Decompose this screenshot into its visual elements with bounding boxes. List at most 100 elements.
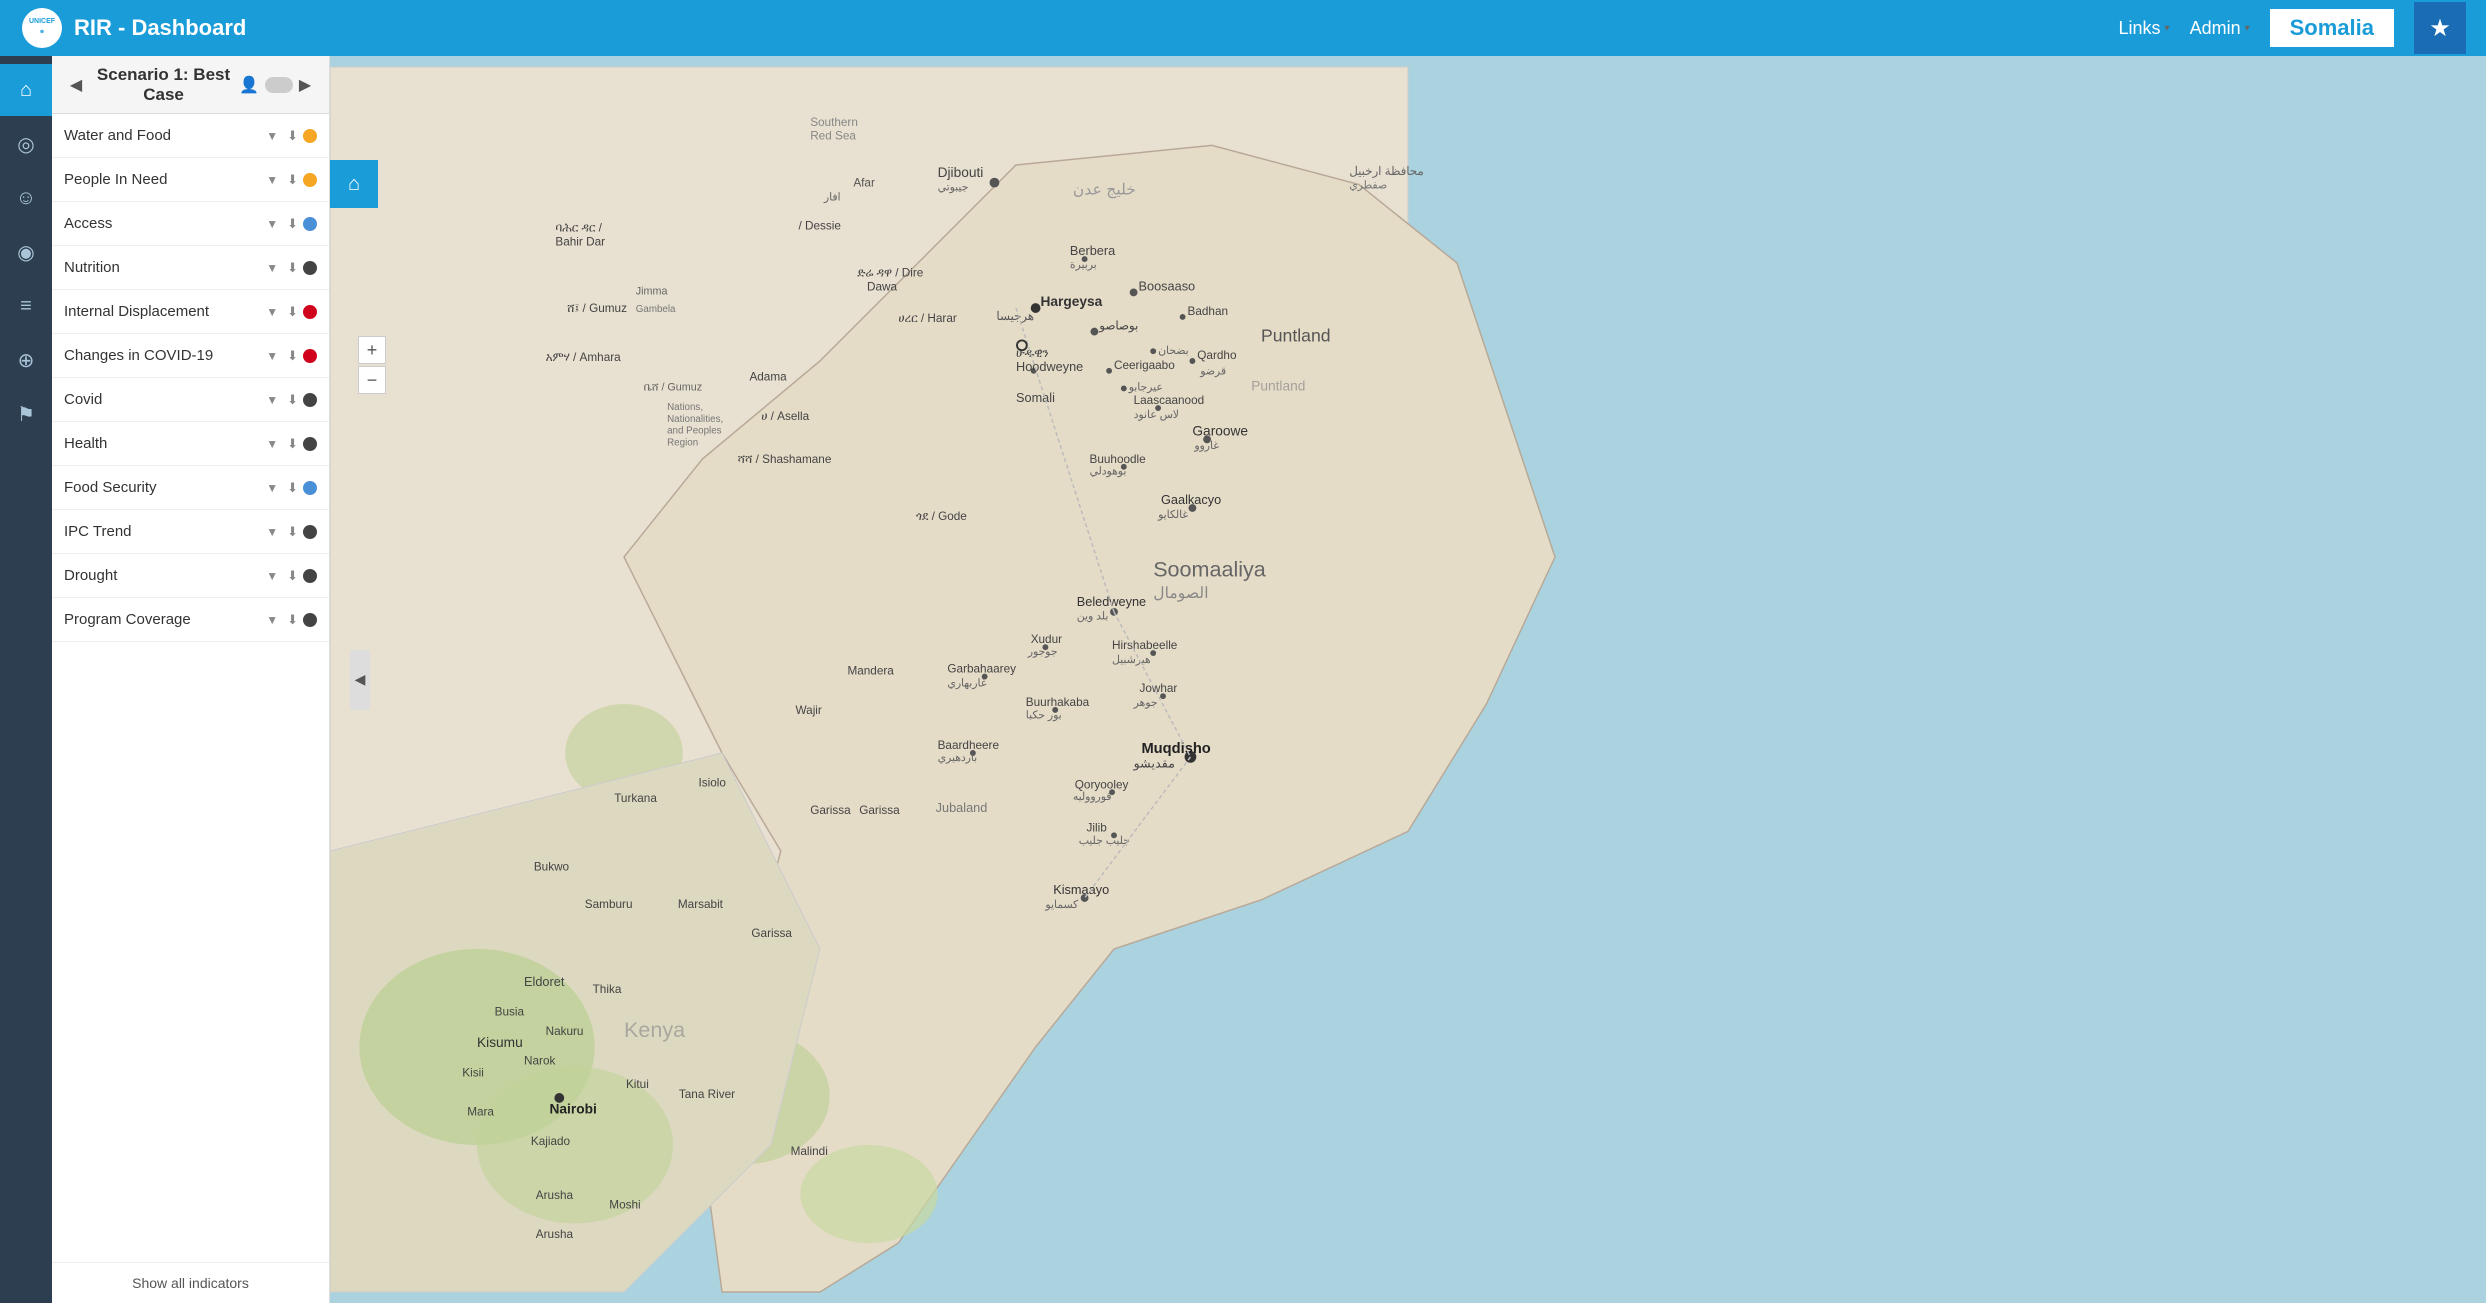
indicator-label-covid: Covid — [64, 391, 266, 408]
indicator-row-food-security[interactable]: Food Security ▼ ⬇ — [52, 466, 329, 510]
scenario-toggle[interactable] — [265, 77, 293, 93]
favorite-button[interactable]: ★ — [2414, 2, 2466, 54]
indicator-controls-ipc-trend: ▼ ⬇ — [266, 524, 317, 540]
svg-text:Qoryooley: Qoryooley — [1075, 778, 1129, 791]
svg-text:عيرجابو: عيرجابو — [1128, 381, 1163, 393]
svg-text:Garbahaarey: Garbahaarey — [947, 663, 1016, 676]
svg-text:Puntland: Puntland — [1261, 325, 1331, 345]
person-icon-covid: ⬇ — [287, 392, 298, 408]
svg-text:Arusha: Arusha — [536, 1228, 574, 1241]
indicator-controls-water-food: ▼ ⬇ — [266, 128, 317, 144]
person-icon-drought: ⬇ — [287, 568, 298, 584]
svg-text:ድሬ ዳዋ / Dire: ድሬ ዳዋ / Dire — [857, 267, 924, 280]
svg-text:Hoodweyne: Hoodweyne — [1016, 359, 1083, 374]
svg-text:Garissa: Garissa — [859, 804, 900, 817]
indicator-label-changes-covid: Changes in COVID-19 — [64, 347, 266, 364]
indicator-row-drought[interactable]: Drought ▼ ⬇ — [52, 554, 329, 598]
svg-text:Gaalkacyo: Gaalkacyo — [1161, 492, 1221, 507]
svg-text:Kisumu: Kisumu — [477, 1035, 523, 1050]
sidebar-item-world[interactable]: ⊕ — [0, 334, 52, 386]
indicator-dot-ipc-trend — [303, 525, 317, 539]
svg-text:ባሕር ዳር /: ባሕር ዳር / — [555, 222, 602, 235]
svg-text:Kisii: Kisii — [462, 1066, 484, 1079]
chevron-icon-covid: ▼ — [266, 393, 278, 407]
indicator-row-access[interactable]: Access ▼ ⬇ — [52, 202, 329, 246]
chevron-icon-changes-covid: ▼ — [266, 349, 278, 363]
sidebar-item-person[interactable]: ☺ — [0, 172, 52, 224]
svg-text:Adama: Adama — [749, 371, 787, 384]
chevron-icon-people-in-need: ▼ — [266, 173, 278, 187]
person-icon-internal-displacement: ⬇ — [287, 304, 298, 320]
indicator-dot-health — [303, 437, 317, 451]
scenario-prev-button[interactable]: ◀ — [64, 73, 88, 97]
svg-text:Gambela: Gambela — [636, 304, 676, 315]
sidebar-item-flag[interactable]: ⚑ — [0, 388, 52, 440]
indicator-row-internal-displacement[interactable]: Internal Displacement ▼ ⬇ — [52, 290, 329, 334]
svg-text:Puntland: Puntland — [1251, 378, 1305, 393]
scenario-next-button[interactable]: ▶ — [293, 73, 317, 97]
country-label: Somalia — [2270, 9, 2394, 47]
indicator-controls-changes-covid: ▼ ⬇ — [266, 348, 317, 364]
svg-text:Narok: Narok — [524, 1055, 555, 1068]
indicator-row-changes-covid[interactable]: Changes in COVID-19 ▼ ⬇ — [52, 334, 329, 378]
indicator-row-program-coverage[interactable]: Program Coverage ▼ ⬇ — [52, 598, 329, 642]
indicator-label-ipc-trend: IPC Trend — [64, 523, 266, 540]
sidebar-item-circle[interactable]: ◉ — [0, 226, 52, 278]
scenario-icons: 👤 — [239, 75, 293, 95]
svg-text:قرضو: قرضو — [1199, 366, 1226, 378]
svg-text:Mandera: Mandera — [847, 665, 894, 678]
indicator-row-water-food[interactable]: Water and Food ▼ ⬇ — [52, 114, 329, 158]
admin-menu[interactable]: Admin ▾ — [2190, 18, 2250, 39]
map-container: ⌂ ◀ + − Puntlan — [330, 56, 2486, 1303]
panel-toggle-button[interactable]: ◀ — [350, 650, 370, 710]
zoom-out-button[interactable]: − — [358, 366, 386, 394]
person-icon-health: ⬇ — [287, 436, 298, 452]
navbar-title: RIR - Dashboard — [74, 15, 246, 41]
navbar-right: Links ▾ Admin ▾ Somalia ★ — [2119, 2, 2467, 54]
chevron-icon-internal-displacement: ▼ — [266, 305, 278, 319]
links-menu[interactable]: Links ▾ — [2119, 18, 2170, 39]
panel-sidebar: ◀ Scenario 1: Best Case 👤 ▶ Water and Fo… — [52, 56, 330, 1303]
indicator-label-water-food: Water and Food — [64, 127, 266, 144]
svg-text:بضحان: بضحان — [1158, 345, 1188, 357]
map-home-button[interactable]: ⌂ — [330, 160, 378, 208]
person-icon-water-food: ⬇ — [287, 128, 298, 144]
indicator-controls-drought: ▼ ⬇ — [266, 568, 317, 584]
svg-text:Moshi: Moshi — [609, 1199, 640, 1212]
svg-text:Mara: Mara — [467, 1106, 494, 1119]
indicator-row-covid[interactable]: Covid ▼ ⬇ — [52, 378, 329, 422]
svg-text:Nations,: Nations, — [667, 402, 703, 413]
sidebar-item-home[interactable]: ⌂ — [0, 64, 52, 116]
indicator-row-people-in-need[interactable]: People In Need ▼ ⬇ — [52, 158, 329, 202]
indicator-dot-access — [303, 217, 317, 231]
svg-text:بربيرة: بربيرة — [1070, 259, 1097, 271]
icon-sidebar: ⌂ ◎ ☺ ◉ ≡ ⊕ ⚑ — [0, 56, 52, 1303]
svg-text:⊛: ⊛ — [40, 29, 44, 35]
svg-text:لاس عانود: لاس عانود — [1134, 409, 1179, 421]
svg-text:افار: افار — [823, 191, 841, 203]
indicator-label-program-coverage: Program Coverage — [64, 611, 266, 628]
sidebar-item-layers[interactable]: ≡ — [0, 280, 52, 332]
svg-text:خليج عدن: خليج عدن — [1073, 181, 1136, 198]
svg-text:غالكايو: غالكايو — [1157, 509, 1188, 521]
svg-text:Marsabit: Marsabit — [678, 898, 724, 911]
indicator-dot-covid — [303, 393, 317, 407]
indicator-row-nutrition[interactable]: Nutrition ▼ ⬇ — [52, 246, 329, 290]
show-all-indicators[interactable]: Show all indicators — [52, 1262, 329, 1303]
svg-text:Kismaayo: Kismaayo — [1053, 882, 1109, 897]
zoom-in-button[interactable]: + — [358, 336, 386, 364]
indicator-dot-internal-displacement — [303, 305, 317, 319]
svg-text:الصومال: الصومال — [1153, 585, 1208, 602]
indicator-row-ipc-trend[interactable]: IPC Trend ▼ ⬇ — [52, 510, 329, 554]
svg-text:جليب جليب: جليب جليب — [1079, 835, 1130, 847]
sidebar-item-target[interactable]: ◎ — [0, 118, 52, 170]
svg-text:جوهر: جوهر — [1133, 697, 1158, 709]
svg-text:Arusha: Arusha — [536, 1189, 574, 1202]
indicator-dot-changes-covid — [303, 349, 317, 363]
svg-text:Soomaaliya: Soomaaliya — [1153, 557, 1266, 582]
svg-text:Bukwo: Bukwo — [534, 861, 570, 874]
indicator-row-health[interactable]: Health ▼ ⬇ — [52, 422, 329, 466]
svg-text:Nairobi: Nairobi — [550, 1102, 597, 1117]
svg-text:صفطري: صفطري — [1349, 180, 1387, 192]
svg-text:Jilib: Jilib — [1087, 821, 1108, 834]
